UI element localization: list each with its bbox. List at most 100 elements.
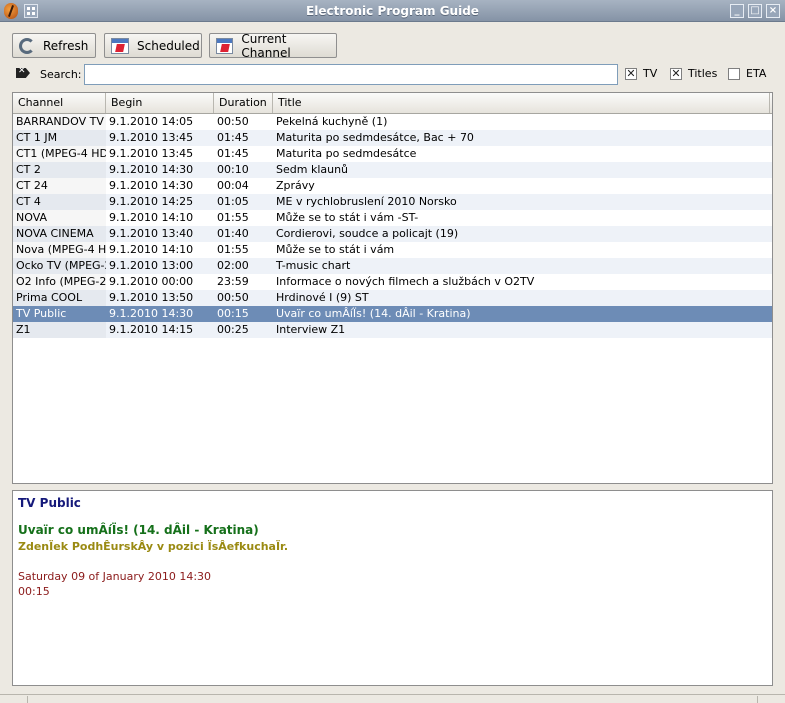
table-row[interactable]: Nova (MPEG-4 HD)9.1.2010 14:10 01:55 Může … bbox=[13, 242, 772, 258]
refresh-icon bbox=[19, 37, 35, 54]
cell-channel: NOVA bbox=[13, 210, 106, 226]
cell-title: Uvaïr co umÂíÏs! (14. dÂil - Kratina) bbox=[276, 307, 471, 320]
cell-channel: Prima COOL bbox=[13, 290, 106, 306]
program-list[interactable]: Channel Begin Duration Title BARRANDOV T… bbox=[12, 92, 773, 484]
table-row[interactable]: TV Public 9.1.2010 14:30 00:15 Uvaïr co umÂ… bbox=[13, 306, 772, 322]
cell-duration: 01:55 bbox=[217, 243, 249, 256]
cell-duration: 00:25 bbox=[217, 323, 249, 336]
titles-checkbox-label: Titles bbox=[688, 67, 718, 80]
detail-channel: TV Public bbox=[18, 496, 81, 510]
cell-channel: Nova (MPEG-4 HD) bbox=[13, 242, 106, 258]
column-header-channel[interactable]: Channel bbox=[13, 93, 106, 113]
table-row[interactable]: BARRANDOV TV 9.1.2010 14:05 00:50 Pekelná k… bbox=[13, 114, 772, 130]
cell-channel: CT 24 bbox=[13, 178, 106, 194]
cell-begin: 9.1.2010 13:50 bbox=[109, 291, 194, 304]
cell-begin: 9.1.2010 14:10 bbox=[109, 211, 194, 224]
cell-begin: 9.1.2010 14:05 bbox=[109, 115, 194, 128]
cell-title: Cordierovi, soudce a policajt (19) bbox=[276, 227, 459, 240]
table-row[interactable]: NOVA 9.1.2010 14:10 01:55 Může se to stát i… bbox=[13, 210, 772, 226]
cell-begin: 9.1.2010 14:30 bbox=[109, 163, 194, 176]
cell-begin: 9.1.2010 14:10 bbox=[109, 243, 194, 256]
scheduled-label: Scheduled bbox=[137, 38, 200, 53]
maximize-icon[interactable]: □ bbox=[748, 4, 762, 18]
cell-duration: 00:10 bbox=[217, 163, 249, 176]
refresh-button[interactable]: Refresh bbox=[12, 33, 96, 58]
eta-checkbox-label: ETA bbox=[746, 67, 767, 80]
search-input[interactable] bbox=[84, 64, 618, 85]
search-row: Search: ✕ TV ✕ Titles ETA bbox=[0, 64, 785, 86]
cell-duration: 01:45 bbox=[217, 147, 249, 160]
clear-search-icon[interactable] bbox=[16, 68, 30, 78]
minimize-icon[interactable]: _ bbox=[730, 4, 744, 18]
column-header-duration[interactable]: Duration bbox=[214, 93, 273, 113]
cell-title: Sedm klaunů bbox=[276, 163, 349, 176]
cell-title: Zprávy bbox=[276, 179, 315, 192]
table-row[interactable]: Prima COOL 9.1.2010 13:50 00:50 Hrdinové I … bbox=[13, 290, 772, 306]
cell-title: Pekelná kuchyně (1) bbox=[276, 115, 388, 128]
cell-title: Interview Z1 bbox=[276, 323, 346, 336]
cell-begin: 9.1.2010 14:15 bbox=[109, 323, 194, 336]
detail-subtitle: ZdenÏek PodhÊurskÂy v pozici ÏsÂefkuchaÏ… bbox=[18, 540, 289, 553]
cell-channel: TV Public bbox=[16, 307, 67, 320]
table-row[interactable]: NOVA CINEMA 9.1.2010 13:40 01:40 Cordierovi… bbox=[13, 226, 772, 242]
cell-duration: 01:05 bbox=[217, 195, 249, 208]
eta-checkbox[interactable] bbox=[728, 68, 740, 80]
table-row[interactable]: Z1 9.1.2010 14:15 00:25 Interview Z1 bbox=[13, 322, 772, 338]
cell-title: Informace o nových filmech a službách v … bbox=[276, 275, 535, 288]
cell-channel: CT 4 bbox=[13, 194, 106, 210]
search-label: Search: bbox=[40, 68, 82, 81]
cell-channel: Z1 bbox=[13, 322, 106, 338]
cell-title: Hrdinové I (9) ST bbox=[276, 291, 369, 304]
table-row[interactable]: CT1 (MPEG-4 HD) 9.1.2010 13:45 01:45 Maturi… bbox=[13, 146, 772, 162]
current-channel-label: Current Channel bbox=[241, 31, 291, 60]
cell-duration: 00:50 bbox=[217, 115, 249, 128]
cell-title: Maturita po sedmdesátce, Bac + 70 bbox=[276, 131, 474, 144]
table-row[interactable]: CT 24 9.1.2010 14:30 00:04 Zprávy bbox=[13, 178, 772, 194]
titles-checkbox[interactable]: ✕ bbox=[670, 68, 682, 80]
cell-title: ME v rychlobruslení 2010 Norsko bbox=[276, 195, 457, 208]
cell-title: Může se to stát i vám -ST- bbox=[276, 211, 419, 224]
window-title: Electronic Program Guide bbox=[306, 4, 479, 18]
cell-begin: 9.1.2010 13:45 bbox=[109, 131, 194, 144]
cell-duration: 00:50 bbox=[217, 291, 249, 304]
cell-channel: O2 Info (MPEG-2) bbox=[13, 274, 106, 290]
cell-begin: 9.1.2010 14:30 bbox=[109, 179, 194, 192]
cell-title: T-music chart bbox=[276, 259, 351, 272]
current-channel-button[interactable]: Current Channel bbox=[209, 31, 337, 60]
table-row[interactable]: Ocko TV (MPEG-2) 9.1.2010 13:00 02:00 T-mus… bbox=[13, 258, 772, 274]
table-row[interactable]: CT 4 9.1.2010 14:25 01:05 ME v rychlobrusle… bbox=[13, 194, 772, 210]
cell-begin: 9.1.2010 00:00 bbox=[109, 275, 194, 288]
detail-title: Uvaïr co umÂíÏs! (14. dÂil - Kratina) bbox=[18, 523, 259, 537]
column-header-begin[interactable]: Begin bbox=[106, 93, 214, 113]
close-icon[interactable]: × bbox=[766, 4, 780, 18]
cell-channel: CT1 (MPEG-4 HD) bbox=[13, 146, 106, 162]
cell-begin: 9.1.2010 14:30 bbox=[109, 307, 194, 320]
cell-begin: 9.1.2010 14:25 bbox=[109, 195, 194, 208]
table-row[interactable]: CT 2 9.1.2010 14:30 00:10 Sedm klaunů bbox=[13, 162, 772, 178]
scheduled-button[interactable]: Scheduled bbox=[104, 33, 202, 58]
table-row[interactable]: CT 1 JM 9.1.2010 13:45 01:45 Maturita po se… bbox=[13, 130, 772, 146]
cell-begin: 9.1.2010 13:00 bbox=[109, 259, 194, 272]
refresh-label: Refresh bbox=[43, 38, 89, 53]
cell-duration: 00:15 bbox=[217, 307, 249, 320]
cell-duration: 23:59 bbox=[217, 275, 249, 288]
detail-duration: 00:15 bbox=[18, 585, 50, 598]
column-header-title[interactable]: Title bbox=[273, 93, 770, 113]
calendar-icon bbox=[216, 37, 234, 54]
cell-duration: 02:00 bbox=[217, 259, 249, 272]
cell-channel: Ocko TV (MPEG-2) bbox=[13, 258, 106, 274]
tv-checkbox[interactable]: ✕ bbox=[625, 68, 637, 80]
cell-title: Maturita po sedmdesátce bbox=[276, 147, 417, 160]
table-row[interactable]: O2 Info (MPEG-2) 9.1.2010 00:00 23:59 Infor… bbox=[13, 274, 772, 290]
title-bar: Electronic Program Guide _ □ × bbox=[0, 0, 785, 22]
cell-channel: CT 1 JM bbox=[13, 130, 106, 146]
cell-duration: 01:45 bbox=[217, 131, 249, 144]
cell-begin: 9.1.2010 13:45 bbox=[109, 147, 194, 160]
cell-title: Může se to stát i vám bbox=[276, 243, 395, 256]
list-header: Channel Begin Duration Title bbox=[13, 93, 772, 114]
cell-channel: NOVA CINEMA bbox=[13, 226, 106, 242]
cell-duration: 00:04 bbox=[217, 179, 249, 192]
tv-checkbox-label: TV bbox=[643, 67, 658, 80]
cell-channel: CT 2 bbox=[13, 162, 106, 178]
detail-datetime: Saturday 09 of January 2010 14:30 bbox=[18, 570, 212, 583]
